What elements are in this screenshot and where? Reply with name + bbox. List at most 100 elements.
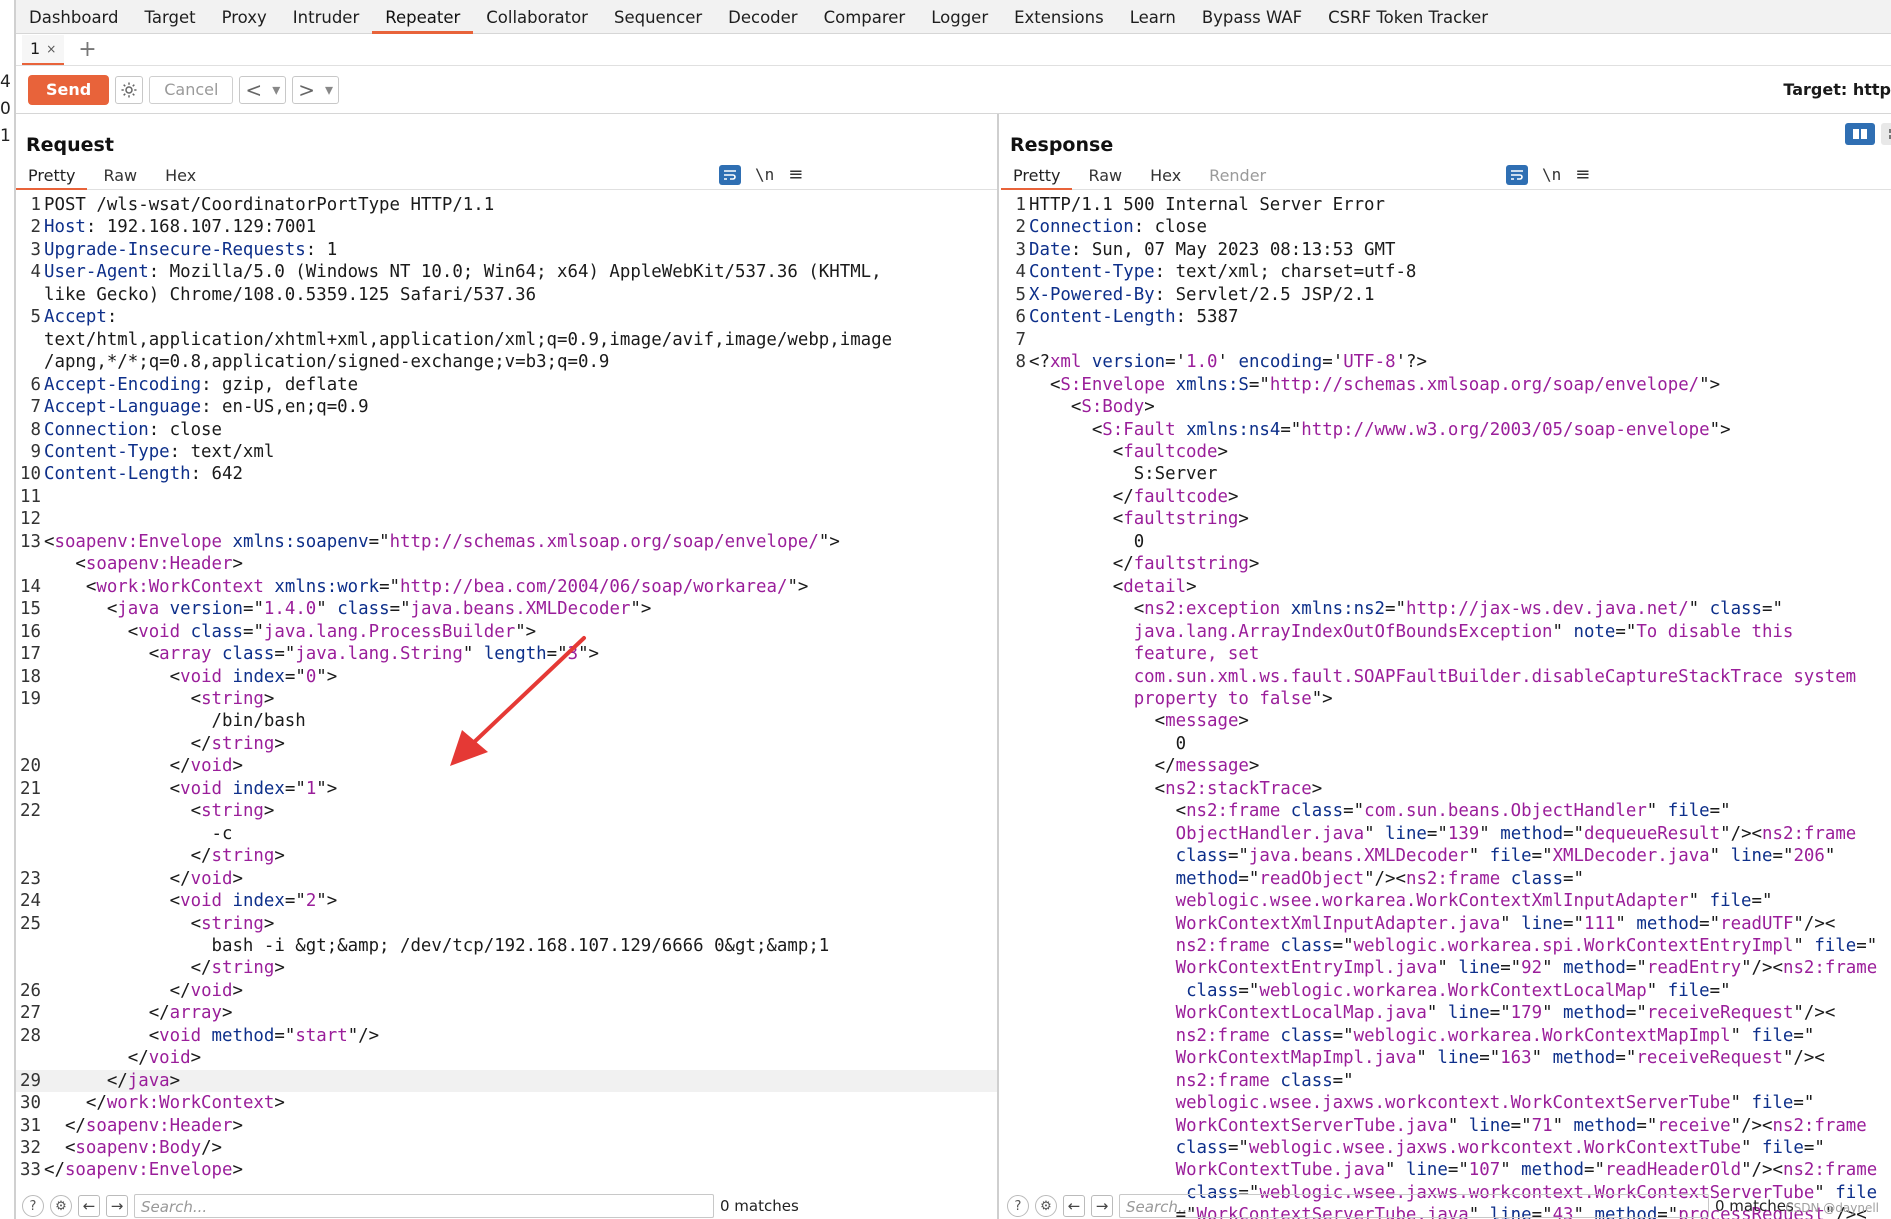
code-token: > — [1238, 509, 1249, 530]
request-view-tab-pretty[interactable]: Pretty — [16, 166, 88, 190]
line-number: 6 — [30, 374, 41, 395]
code-token: < — [1029, 419, 1103, 440]
word-wrap-icon[interactable] — [1506, 164, 1528, 185]
show-newlines-toggle[interactable]: \n — [1542, 165, 1561, 184]
top-bottom-layout-icon[interactable] — [1881, 123, 1891, 145]
menu-tab-intruder[interactable]: Intruder — [280, 0, 372, 34]
code-token: " — [1688, 599, 1710, 620]
code-text: Content-Type: text/xml — [44, 441, 274, 463]
response-view-tab-render[interactable]: Render — [1197, 166, 1278, 189]
request-title: Request — [26, 134, 114, 156]
back-arrow-icon[interactable]: < — [240, 78, 267, 102]
response-search-input[interactable]: Search... — [1119, 1194, 1709, 1218]
code-line: 6 Content-Length: 5387 — [1001, 306, 1891, 328]
code-token: void — [190, 868, 233, 889]
code-token: </ — [1029, 756, 1176, 777]
menu-tab-repeater[interactable]: Repeater — [372, 0, 474, 34]
line-number — [1001, 508, 1029, 530]
target-label[interactable]: Target: http — [1783, 80, 1891, 99]
line-number — [1001, 1070, 1029, 1092]
request-view-tab-raw[interactable]: Raw — [91, 166, 149, 189]
response-view-tab-pretty[interactable]: Pretty — [1001, 166, 1073, 190]
history-back-group[interactable]: < ▾ — [239, 75, 287, 104]
line-number — [1001, 419, 1029, 441]
menu-tab-comparer[interactable]: Comparer — [811, 0, 919, 34]
menu-tab-bypass-waf[interactable]: Bypass WAF — [1189, 0, 1315, 34]
search-prev-arrow-icon[interactable]: ← — [1063, 1195, 1085, 1217]
code-line: like Gecko) Chrome/108.0.5359.125 Safari… — [16, 284, 997, 306]
code-token: : 642 — [190, 464, 243, 485]
code-line: 29 </java> — [16, 1069, 997, 1093]
code-token: : 5387 — [1175, 307, 1239, 328]
menu-tab-decoder[interactable]: Decoder — [715, 0, 810, 34]
code-token: =" — [1248, 374, 1270, 395]
search-prev-arrow-icon[interactable]: ← — [78, 1195, 100, 1217]
code-token: < — [44, 778, 181, 799]
code-token: < — [1029, 374, 1061, 395]
back-dropdown-icon[interactable]: ▾ — [267, 80, 285, 99]
code-token: class — [1175, 846, 1228, 867]
settings-gear-icon[interactable] — [115, 75, 144, 104]
code-token: < — [1029, 441, 1124, 462]
search-next-arrow-icon[interactable]: → — [106, 1195, 128, 1217]
forward-arrow-icon[interactable]: > — [293, 78, 320, 102]
menu-tab-csrf-token-tracker[interactable]: CSRF Token Tracker — [1315, 0, 1501, 34]
menu-tab-dashboard[interactable]: Dashboard — [16, 0, 132, 34]
menu-tab-target[interactable]: Target — [132, 0, 209, 34]
request-search-input[interactable]: Search... — [134, 1194, 714, 1218]
code-token: " — [1552, 621, 1574, 642]
code-line: 0 — [1001, 733, 1891, 755]
code-token: "> — [1699, 374, 1721, 395]
help-icon[interactable]: ? — [22, 1195, 44, 1217]
code-token: =" — [1227, 1138, 1249, 1159]
response-editor[interactable]: 1 HTTP/1.1 500 Internal Server Error 2 Conn… — [1001, 194, 1891, 1219]
menu-tab-sequencer[interactable]: Sequencer — [601, 0, 715, 34]
line-number: 16 — [20, 621, 41, 642]
code-token: readUTF — [1720, 913, 1794, 934]
cancel-button[interactable]: Cancel — [149, 75, 234, 104]
menu-tab-proxy[interactable]: Proxy — [209, 0, 280, 34]
response-view-tab-raw[interactable]: Raw — [1076, 166, 1134, 189]
word-wrap-icon[interactable] — [719, 164, 741, 185]
menu-tab-learn[interactable]: Learn — [1117, 0, 1189, 34]
code-token: " — [316, 599, 338, 620]
search-settings-gear-icon[interactable]: ⚙ — [50, 1195, 72, 1217]
code-token: =" — [1447, 1160, 1469, 1181]
code-token: Connection — [44, 419, 149, 440]
help-icon[interactable]: ? — [1007, 1195, 1029, 1217]
code-token: S:Fault — [1102, 419, 1176, 440]
history-forward-group[interactable]: > ▾ — [292, 75, 340, 104]
show-newlines-toggle[interactable]: \n — [755, 165, 774, 184]
code-token: =" — [1385, 599, 1406, 620]
code-token: xmlns:ns2 — [1290, 599, 1386, 620]
code-line: class="java.beans.XMLDecoder" file="XMLD… — [1001, 845, 1891, 867]
menu-tab-collaborator[interactable]: Collaborator — [473, 0, 601, 34]
request-view-tab-hex[interactable]: Hex — [153, 166, 208, 189]
send-button[interactable]: Send — [28, 74, 110, 105]
code-token: =" — [274, 1025, 296, 1046]
close-tab-icon[interactable]: × — [46, 42, 56, 56]
add-tab-icon[interactable]: + — [78, 35, 96, 65]
code-line: </string> — [16, 957, 997, 979]
code-token: "> — [818, 531, 840, 552]
response-view-tab-hex[interactable]: Hex — [1138, 166, 1193, 189]
repeater-tab-1[interactable]: 1 × — [22, 34, 65, 65]
search-settings-gear-icon[interactable]: ⚙ — [1035, 1195, 1057, 1217]
menu-tab-logger[interactable]: Logger — [918, 0, 1001, 34]
line-number — [1001, 598, 1029, 620]
search-next-arrow-icon[interactable]: → — [1091, 1195, 1113, 1217]
code-line: <message> — [1001, 710, 1891, 732]
code-text: weblogic.wsee.jaxws.workcontext.WorkCont… — [1029, 1092, 1815, 1114]
side-by-side-layout-icon[interactable] — [1845, 123, 1875, 145]
line-number — [16, 845, 44, 867]
forward-dropdown-icon[interactable]: ▾ — [320, 80, 338, 99]
menu-hamburger-icon[interactable]: ≡ — [1575, 164, 1590, 185]
menu-tab-extensions[interactable]: Extensions — [1001, 0, 1117, 34]
menu-hamburger-icon[interactable]: ≡ — [788, 164, 803, 185]
code-token: text/html,application/xhtml+xml,applicat… — [44, 329, 893, 350]
code-token: " — [1542, 958, 1564, 979]
